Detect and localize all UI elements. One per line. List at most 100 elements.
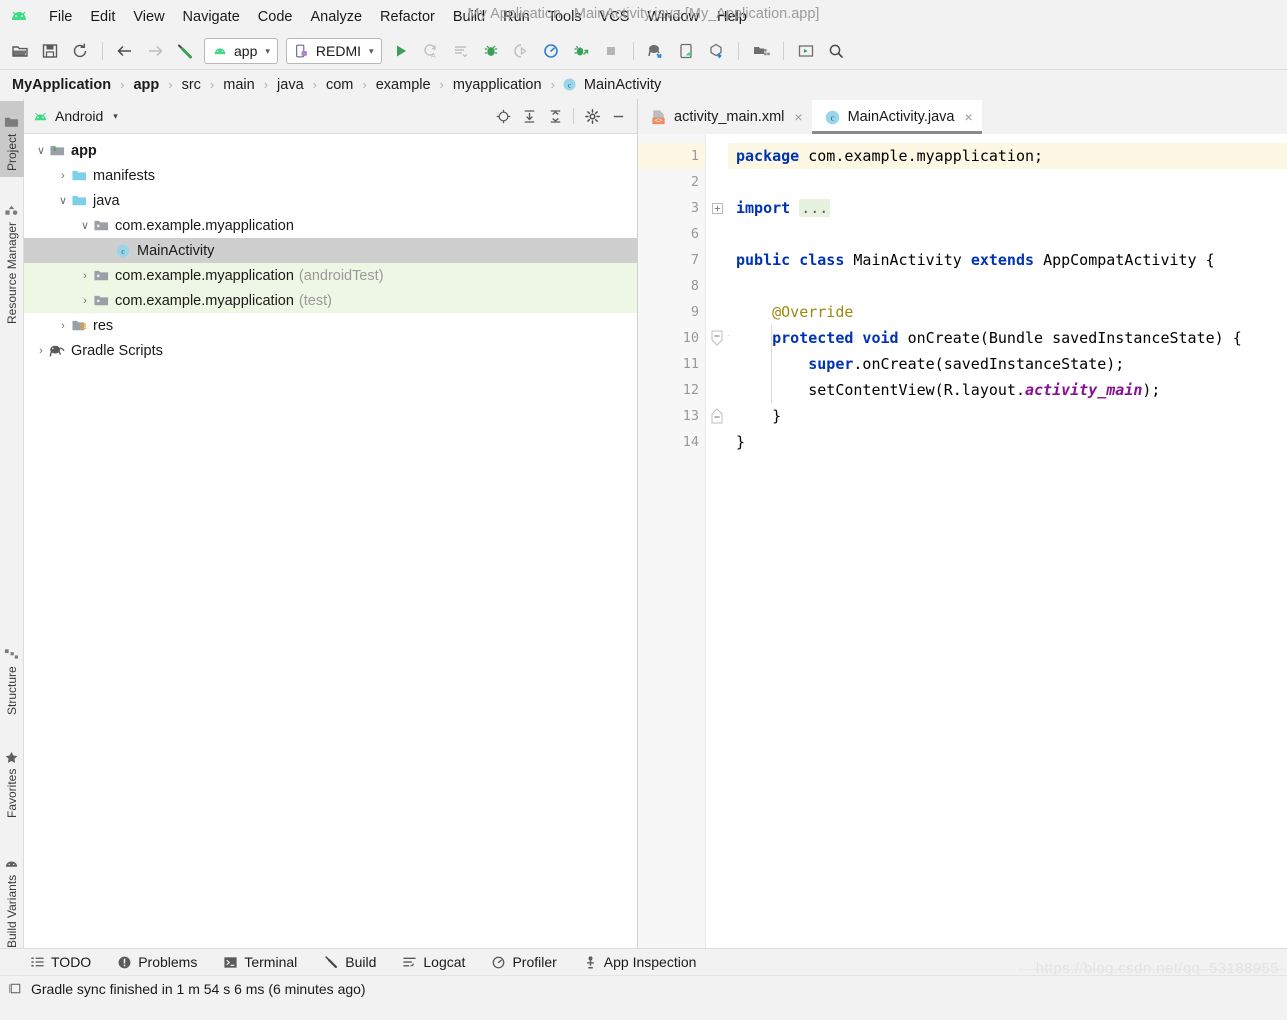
tool-window-tab-favorites[interactable]: Favorites — [0, 729, 24, 824]
fold-marker-slot[interactable] — [706, 247, 728, 273]
chevron-right-icon[interactable]: › — [78, 270, 92, 282]
search-everywhere-icon[interactable] — [822, 37, 850, 65]
tree-node[interactable]: › com.example.myapplication (test) — [24, 288, 637, 313]
tree-node[interactable]: › manifests — [24, 163, 637, 188]
tree-node[interactable]: › Gradle Scripts — [24, 338, 637, 363]
tool-window-tab-resource-manager[interactable]: Resource Manager — [0, 185, 24, 330]
menu-item-navigate[interactable]: Navigate — [174, 7, 249, 27]
sync-refresh-icon[interactable] — [66, 37, 94, 65]
fold-marker-slot[interactable] — [706, 299, 728, 325]
profiler-icon[interactable] — [537, 37, 565, 65]
sdk-manager-icon[interactable] — [702, 37, 730, 65]
menu-item-code[interactable]: Code — [249, 7, 302, 27]
tree-node-selected[interactable]: c MainActivity — [24, 238, 637, 263]
chevron-down-icon[interactable]: ∨ — [34, 144, 48, 157]
bottom-tab-app-inspection[interactable]: App Inspection — [583, 954, 696, 970]
fold-marker-slot[interactable] — [706, 195, 728, 221]
tree-node-label: com.example.myapplication — [115, 217, 294, 234]
event-log-icon[interactable] — [8, 981, 23, 996]
breadcrumb[interactable]: MyApplication › app › src › main › java › com › exam… — [0, 70, 1287, 99]
layout-inspector-icon[interactable] — [792, 37, 820, 65]
tree-node[interactable]: ∨ java — [24, 188, 637, 213]
tree-node[interactable]: › com.example.myapplication (androidTest) — [24, 263, 637, 288]
menu-item-help[interactable]: Help — [708, 7, 756, 27]
fold-marker-slot[interactable] — [706, 143, 728, 169]
bottom-tab-todo[interactable]: TODO — [30, 954, 91, 970]
chevron-right-icon[interactable]: › — [34, 345, 48, 357]
close-icon[interactable]: × — [794, 109, 802, 125]
run-play-icon[interactable] — [387, 37, 415, 65]
chevron-right-icon[interactable]: › — [78, 295, 92, 307]
fold-marker-slot[interactable] — [706, 351, 728, 377]
build-hammer-icon[interactable] — [171, 37, 199, 65]
breadcrumb-item-main[interactable]: main — [221, 77, 256, 93]
bottom-tab-profiler[interactable]: Profiler — [491, 954, 557, 970]
settings-gear-icon[interactable] — [579, 103, 605, 129]
breadcrumb-item-example[interactable]: example — [374, 77, 433, 93]
project-structure-icon[interactable] — [747, 37, 775, 65]
tree-node[interactable]: ∨ app — [24, 138, 637, 163]
breadcrumb-item-myapplication[interactable]: myapplication — [451, 77, 544, 93]
menu-item-edit[interactable]: Edit — [81, 7, 124, 27]
save-all-icon[interactable] — [36, 37, 64, 65]
chevron-down-icon[interactable]: ∨ — [78, 219, 92, 232]
breadcrumb-item-src[interactable]: src — [180, 77, 203, 93]
collapse-all-icon[interactable] — [542, 103, 568, 129]
code-editor[interactable]: 12367<>891011121314 package com.example.… — [638, 134, 1287, 948]
fold-marker-slot[interactable] — [706, 273, 728, 299]
fold-marker-slot[interactable] — [706, 377, 728, 403]
project-view-selector[interactable]: Android ▾ — [32, 108, 118, 124]
fold-marker-slot[interactable] — [706, 169, 728, 195]
bottom-tab-terminal[interactable]: Terminal — [223, 954, 297, 970]
fold-marker-slot[interactable] — [706, 403, 728, 429]
fold-marker-slot[interactable] — [706, 325, 728, 351]
tree-node[interactable]: ∨ com.example.myapplication — [24, 213, 637, 238]
menu-item-run[interactable]: Run — [494, 7, 539, 27]
open-folder-icon[interactable] — [6, 37, 34, 65]
breadcrumb-item-java[interactable]: java — [275, 77, 306, 93]
expand-all-icon[interactable] — [516, 103, 542, 129]
debug-bug-icon[interactable] — [477, 37, 505, 65]
code-content[interactable]: package com.example.myapplication; import… — [728, 134, 1287, 948]
module-selector-combo[interactable]: app ▾ — [204, 38, 278, 64]
tool-window-tab-build-variants[interactable]: Build Variants — [0, 834, 24, 954]
menu-item-tools[interactable]: Tools — [539, 7, 591, 27]
chevron-right-icon[interactable]: › — [56, 320, 70, 332]
code-folding-column[interactable] — [706, 134, 728, 948]
bottom-tab-problems[interactable]: Problems — [117, 954, 197, 970]
menu-item-build[interactable]: Build — [444, 7, 494, 27]
breadcrumb-item-mainactivity[interactable]: MainActivity — [582, 77, 663, 93]
back-arrow-icon[interactable] — [111, 37, 139, 65]
chevron-down-icon[interactable]: ∨ — [56, 194, 70, 207]
menu-item-analyze[interactable]: Analyze — [301, 7, 371, 27]
sync-gradle-icon[interactable] — [642, 37, 670, 65]
bottom-tab-logcat[interactable]: Logcat — [402, 954, 465, 970]
tool-window-tab-structure[interactable]: Structure — [0, 629, 24, 721]
tool-window-tab-label: Project — [5, 133, 19, 171]
menu-item-vcs[interactable]: VCS — [591, 7, 639, 27]
breadcrumb-separator: › — [168, 77, 173, 92]
locate-target-icon[interactable] — [490, 103, 516, 129]
breadcrumb-item-myapplication[interactable]: MyApplication — [10, 77, 113, 93]
avd-manager-icon[interactable] — [672, 37, 700, 65]
editor-tab-mainactivity-java[interactable]: c MainActivity.java × — [811, 100, 982, 134]
tree-node[interactable]: › res — [24, 313, 637, 338]
device-selector-combo[interactable]: REDMI ▾ — [285, 38, 382, 64]
tool-window-tab-project[interactable]: Project — [0, 101, 24, 177]
menu-item-view[interactable]: View — [124, 7, 173, 27]
breadcrumb-item-app[interactable]: app — [131, 77, 161, 93]
chevron-right-icon[interactable]: › — [56, 170, 70, 182]
close-icon[interactable]: × — [964, 109, 972, 125]
breadcrumb-item-com[interactable]: com — [324, 77, 355, 93]
project-tree[interactable]: ∨ app › manifests ∨ java ∨ com.example.myapplic… — [24, 134, 637, 948]
hide-minimize-icon[interactable] — [605, 103, 631, 129]
fold-marker-slot[interactable] — [706, 221, 728, 247]
menu-item-file[interactable]: File — [40, 7, 81, 27]
debug-attach-icon[interactable] — [567, 37, 595, 65]
menu-item-window[interactable]: Window — [638, 7, 708, 27]
editor-tab-activity_main-xml[interactable]: <> activity_main.xml × — [638, 100, 812, 134]
fold-marker-slot[interactable] — [706, 429, 728, 455]
menu-item-refactor[interactable]: Refactor — [371, 7, 444, 27]
bottom-tab-build[interactable]: Build — [323, 954, 376, 970]
